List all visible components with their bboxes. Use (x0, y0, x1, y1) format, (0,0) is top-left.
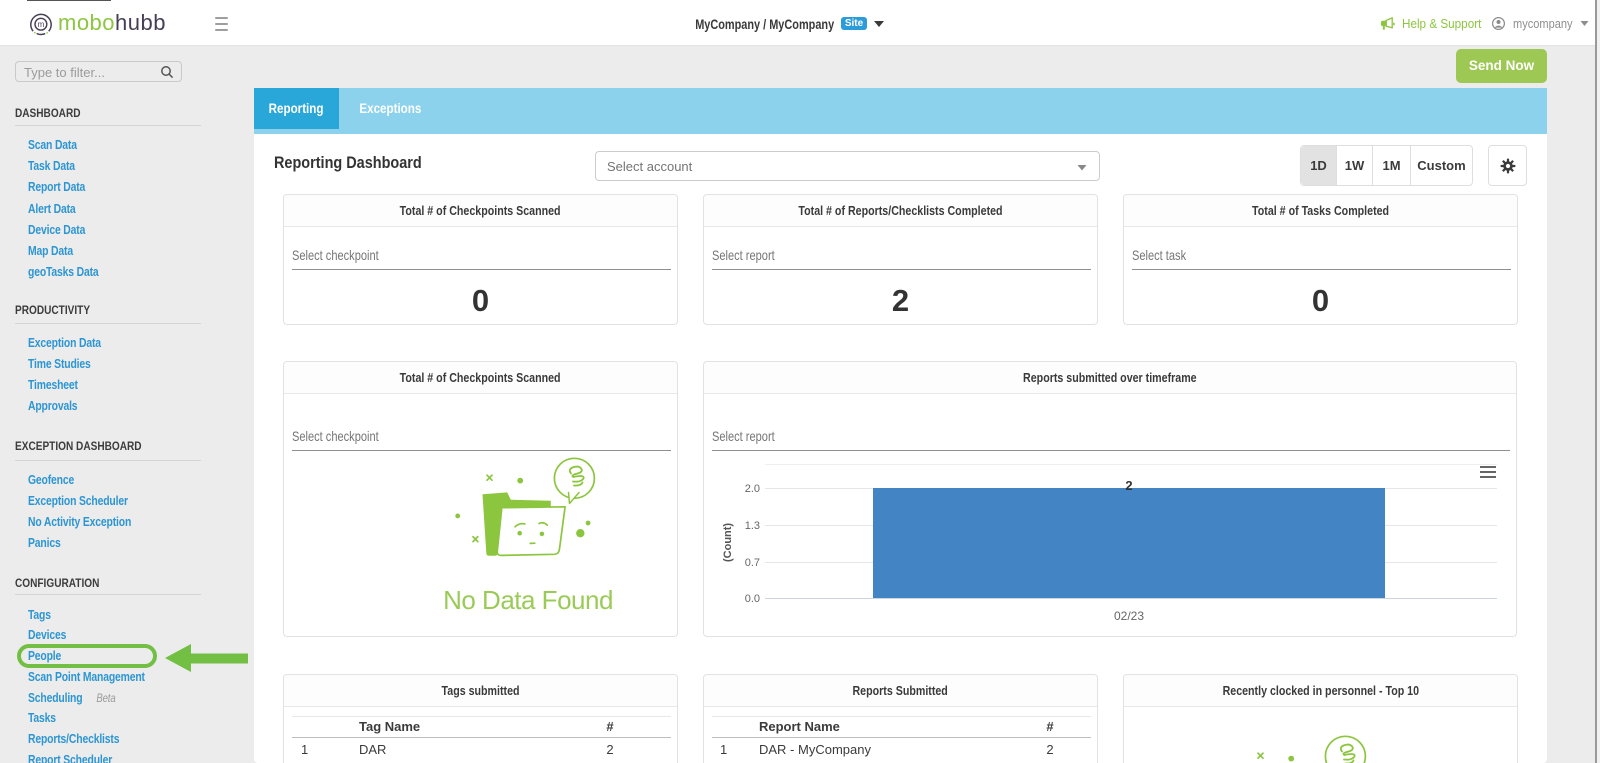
svg-text:m: m (38, 20, 45, 29)
